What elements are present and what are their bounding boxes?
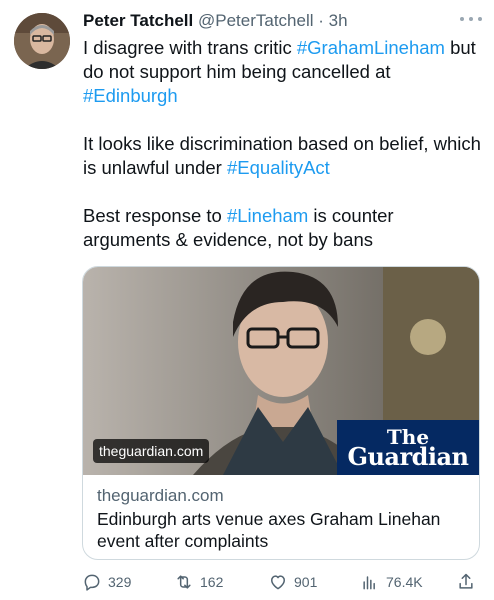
author-name[interactable]: Peter Tatchell	[83, 11, 193, 30]
hashtag-link[interactable]: #Edinburgh	[83, 85, 178, 106]
reply-button[interactable]: 329	[82, 570, 131, 594]
like-button[interactable]: 901	[268, 570, 317, 594]
tweet-paragraph-1: I disagree with trans critic #GrahamLine…	[83, 36, 483, 108]
retweet-count: 162	[200, 574, 224, 590]
image-domain-badge: theguardian.com	[93, 439, 210, 463]
more-icon[interactable]	[460, 12, 482, 26]
hashtag-link[interactable]: #EqualityAct	[227, 157, 330, 178]
like-count: 901	[294, 574, 318, 590]
tweet-paragraph-2: It looks like discrimination based on be…	[83, 132, 483, 180]
card-image[interactable]: theguardian.com The Guardian	[83, 267, 479, 475]
guardian-logo: The Guardian	[337, 420, 479, 475]
tweet-header: Peter Tatchell @PeterTatchell · 3h	[83, 10, 454, 32]
reply-icon	[84, 574, 100, 591]
like-icon	[271, 575, 285, 590]
retweet-button[interactable]: 162	[174, 570, 223, 594]
separator: ·	[318, 11, 324, 30]
hashtag-link[interactable]: #Lineham	[227, 205, 308, 226]
link-card[interactable]: theguardian.com The Guardian theguardian…	[82, 266, 480, 560]
reply-count: 329	[108, 574, 132, 590]
tweet-paragraph-3: Best response to #Lineham is counter arg…	[83, 204, 483, 252]
views-icon	[363, 576, 375, 590]
logo-line-2: Guardian	[347, 442, 469, 471]
share-icon	[459, 573, 473, 589]
views-count: 76.4K	[386, 574, 423, 590]
action-bar: 329 162 901 76.4K	[82, 570, 482, 594]
author-handle[interactable]: @PeterTatchell	[198, 11, 314, 30]
tweet-text: I disagree with trans critic #GrahamLine…	[83, 36, 483, 276]
timestamp[interactable]: 3h	[329, 11, 348, 30]
avatar[interactable]	[14, 13, 70, 69]
card-domain: theguardian.com	[97, 486, 224, 505]
hashtag-link[interactable]: #GrahamLineham	[297, 37, 445, 58]
card-title: Edinburgh arts venue axes Graham Linehan…	[97, 509, 441, 551]
retweet-icon	[177, 575, 191, 589]
card-text[interactable]: theguardian.com Edinburgh arts venue axe…	[97, 485, 467, 552]
share-button[interactable]	[456, 570, 476, 594]
views-button[interactable]: 76.4K	[360, 570, 423, 594]
text-segment: Best response to	[83, 205, 227, 226]
text-segment: I disagree with trans critic	[83, 37, 297, 58]
